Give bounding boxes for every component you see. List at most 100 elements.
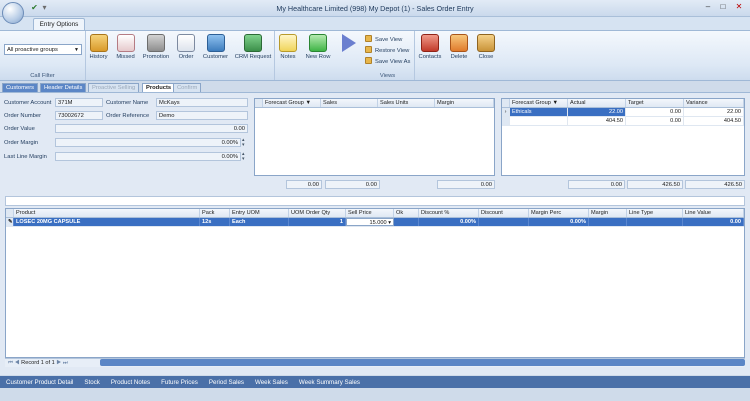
order-value-field[interactable]: 0.00 — [55, 124, 248, 133]
tab-period-sales[interactable]: Period Sales — [209, 379, 244, 386]
pack-column-header[interactable]: Pack — [200, 209, 230, 217]
target-row[interactable]: › Ethicals 22.00 0.00 22.00 — [502, 108, 744, 117]
previous-record-icon[interactable]: ◀ — [15, 360, 20, 366]
next-record-icon[interactable]: ▶ — [56, 360, 61, 366]
save-view-as-button[interactable]: Save View As — [365, 57, 410, 67]
first-record-icon[interactable]: ⏮ — [5, 360, 13, 366]
sales-units-column-header[interactable]: Sales Units — [378, 99, 435, 107]
line-value-cell[interactable]: 0.00 — [683, 218, 744, 226]
product-row[interactable]: ✎ LOSEC 20MG CAPSULE 12s Each 1 15.000 ▾… — [6, 218, 744, 227]
customer-account-field[interactable]: 371M — [55, 98, 103, 107]
last-line-margin-spinner[interactable]: ▴ ▾ — [242, 152, 245, 162]
target-column-header[interactable]: Target — [626, 99, 684, 107]
discount-percent-cell[interactable]: 0.00% — [419, 218, 479, 226]
save-icon[interactable]: ✔ — [30, 3, 39, 12]
line-value-column-header[interactable]: Line Value — [683, 209, 744, 217]
tab-future-prices[interactable]: Future Prices — [161, 379, 198, 386]
target-cell[interactable]: 404.50 — [568, 117, 626, 125]
margin-perc-cell[interactable]: 0.00% — [529, 218, 589, 226]
tab-entry-options[interactable]: Entry Options — [33, 18, 85, 30]
filter-icon[interactable]: ▼ — [552, 100, 558, 106]
row-indicator-header — [6, 209, 14, 217]
target-cell[interactable]: Ethicals — [510, 108, 568, 116]
customer-button[interactable]: Customer — [200, 33, 231, 77]
line-type-column-header[interactable]: Line Type — [627, 209, 683, 217]
notes-button[interactable]: Notes — [276, 33, 300, 77]
maximize-button[interactable]: □ — [718, 2, 728, 12]
tab-customer-product-detail[interactable]: Customer Product Detail — [6, 379, 73, 386]
target-cell[interactable]: 404.50 — [684, 117, 744, 125]
tab-stock[interactable]: Stock — [84, 379, 99, 386]
history-button[interactable]: History — [86, 33, 111, 77]
pack-cell[interactable]: 12s — [200, 218, 230, 226]
order-reference-field[interactable]: Demo — [156, 111, 248, 120]
target-forecast-group-column-header[interactable]: Forecast Group ▼ — [510, 99, 568, 107]
ok-column-header[interactable]: Ok — [394, 209, 419, 217]
tab-product-notes[interactable]: Product Notes — [111, 379, 150, 386]
discount-column-header[interactable]: Discount — [479, 209, 529, 217]
actual-column-header[interactable]: Actual — [568, 99, 626, 107]
quick-access-dropdown-icon[interactable]: ▾ — [40, 3, 49, 12]
order-number-field[interactable]: 73002672 — [55, 111, 103, 120]
target-cell[interactable] — [510, 117, 568, 125]
new-row-button[interactable]: New Row — [301, 33, 335, 77]
target-cell[interactable]: 0.00 — [626, 108, 684, 116]
close-window-button[interactable]: ✕ — [734, 2, 744, 12]
ok-cell[interactable] — [394, 218, 419, 226]
run-button[interactable] — [336, 33, 361, 77]
search-strip[interactable] — [5, 196, 745, 206]
order-margin-field[interactable]: 0.00% — [55, 138, 241, 147]
tab-week-sales[interactable]: Week Sales — [255, 379, 288, 386]
tab-proactive-selling[interactable]: Proactive Selling — [88, 83, 140, 92]
horizontal-scrollbar[interactable] — [100, 359, 745, 366]
target-cell[interactable]: 22.00 — [684, 108, 744, 116]
tab-confirm[interactable]: Confirm — [173, 83, 202, 92]
last-line-margin-field[interactable]: 0.00% — [55, 152, 241, 161]
line-type-cell[interactable] — [627, 218, 683, 226]
filter-icon[interactable]: ▼ — [305, 100, 311, 106]
close-button[interactable]: Close — [473, 33, 499, 77]
sell-price-cell[interactable]: 15.000 ▾ — [346, 218, 394, 226]
tab-week-summary-sales[interactable]: Week Summary Sales — [299, 379, 360, 386]
entry-uom-cell[interactable]: Each — [230, 218, 289, 226]
restore-view-button[interactable]: Restore View — [365, 46, 409, 56]
application-menu-button[interactable] — [2, 2, 24, 24]
order-button[interactable]: Order — [173, 33, 199, 77]
variance-column-header[interactable]: Variance — [684, 99, 744, 107]
margin-perc-column-header[interactable]: Margin Perc — [529, 209, 589, 217]
target-cell[interactable]: 0.00 — [626, 117, 684, 125]
discount-percent-column-header[interactable]: Discount % — [419, 209, 479, 217]
product-cell[interactable]: LOSEC 20MG CAPSULE — [14, 218, 200, 226]
chevron-down-icon[interactable]: ▾ — [388, 220, 391, 225]
target-row[interactable]: 404.50 0.00 404.50 — [502, 117, 744, 126]
call-filter-select[interactable]: All proactive groups ▼ — [4, 44, 82, 55]
sales-column-header[interactable]: Sales — [321, 99, 378, 107]
contacts-button[interactable]: Contacts — [416, 33, 444, 77]
uom-order-qty-cell[interactable]: 1 — [289, 218, 346, 226]
order-margin-spinner[interactable]: ▴ ▾ — [242, 138, 245, 148]
margin-column-header[interactable]: Margin — [435, 99, 494, 107]
customer-name-field[interactable]: McKays — [156, 98, 248, 107]
save-view-button[interactable]: Save View — [365, 35, 402, 45]
product-column-header[interactable]: Product — [14, 209, 200, 217]
missed-button[interactable]: Missed — [112, 33, 139, 77]
uom-order-qty-column-header[interactable]: UOM Order Qty — [289, 209, 346, 217]
discount-cell[interactable] — [479, 218, 529, 226]
tab-customers[interactable]: Customers — [2, 83, 39, 92]
forecast-grid[interactable]: Forecast Group ▼ Sales Sales Units Margi… — [254, 98, 495, 176]
product-grid[interactable]: Product Pack Entry UOM UOM Order Qty Sel… — [5, 208, 745, 358]
tab-header-details[interactable]: Header Details — [40, 83, 87, 92]
crm-request-button[interactable]: CRM Request — [232, 33, 274, 77]
margin-column-header[interactable]: Margin — [589, 209, 627, 217]
target-cell[interactable]: 22.00 — [568, 108, 626, 116]
tab-products[interactable]: Products — [142, 83, 176, 92]
delete-button[interactable]: Delete — [446, 33, 472, 77]
target-grid[interactable]: Forecast Group ▼ Actual Target Variance … — [501, 98, 745, 176]
promotion-button[interactable]: Promotion — [140, 33, 172, 77]
last-record-icon[interactable]: ⏭ — [63, 360, 68, 366]
forecast-group-column-header[interactable]: Forecast Group ▼ — [263, 99, 321, 107]
margin-cell[interactable] — [589, 218, 627, 226]
sell-price-column-header[interactable]: Sell Price — [346, 209, 394, 217]
minimize-button[interactable]: – — [703, 2, 713, 12]
entry-uom-column-header[interactable]: Entry UOM — [230, 209, 289, 217]
